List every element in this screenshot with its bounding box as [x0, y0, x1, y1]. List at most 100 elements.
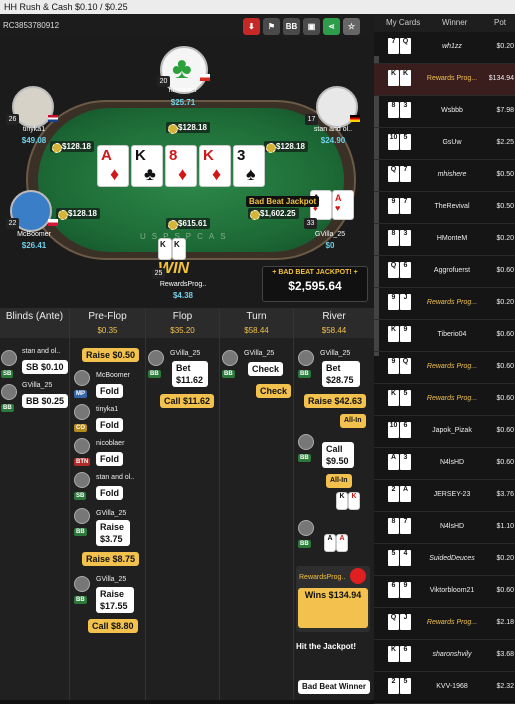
hand-card: 10 [388, 422, 399, 438]
hand-pot: $2.25 [496, 139, 514, 146]
table-view-icon[interactable]: ▣ [303, 18, 320, 35]
hand-winner: Aggrofuerst [433, 267, 471, 274]
hand-row[interactable]: K K Rewards Prog... $134.94 [374, 64, 515, 96]
hand-pot: $1.10 [496, 523, 514, 530]
action-badge: Fold [96, 384, 123, 398]
bb-toggle-button[interactable]: BB [283, 18, 300, 35]
hand-winner: Viktorbloom21 [429, 587, 475, 594]
hand-row[interactable]: 2 A JERSEY-23 $3.76 [374, 480, 515, 512]
hand-row[interactable]: 2 5 KVV-1968 $2.32 [374, 672, 515, 704]
hand-row[interactable]: 9 J Rewards Prog... $0.20 [374, 288, 515, 320]
clover-icon: ♣ [172, 52, 192, 85]
winner-name: RewardsProg.. [299, 574, 346, 581]
hand-card: K [388, 646, 399, 662]
hand-winner: TheRevival [434, 203, 470, 210]
bet-chips: $128.18 [166, 122, 210, 134]
column-pot[interactable]: Pot [494, 18, 506, 27]
hand-row[interactable]: K 9 Tiberio04 $0.60 [374, 320, 515, 352]
column-winner[interactable]: Winner [442, 18, 467, 27]
hand-pot: $0.20 [496, 299, 514, 306]
action-badge: Fold [96, 452, 123, 466]
player-stack: $26.41 [21, 241, 47, 250]
hand-winner: N4lsHD [439, 523, 465, 530]
action-player: McBoomer [96, 372, 130, 379]
replay-toolbar: RC3853780912 ⬇ ⚑ BB ▣ ⋖ ☆ [0, 14, 374, 38]
hand-card: Q [400, 358, 411, 374]
hand-card: Q [388, 614, 399, 630]
hand-row[interactable]: 7 Qwh1zz $0.20 [374, 32, 515, 64]
hand-card: 6 [388, 582, 399, 598]
hand-row[interactable]: 8 7 N4lsHD $1.10 [374, 512, 515, 544]
hand-card: 4 [400, 550, 411, 566]
column-my-cards[interactable]: My Cards [386, 18, 420, 27]
hand-winner: Rewards Prog... [426, 363, 478, 370]
hand-card: 3 [400, 102, 411, 118]
avatar [298, 434, 314, 450]
hole-card: A ♥ [332, 190, 354, 220]
hand-row[interactable]: 8 3 Wsbbb $7.98 [374, 96, 515, 128]
hand-winner: KVV-1968 [436, 683, 468, 690]
action-badge: Bet $11.62 [172, 361, 208, 387]
hand-row[interactable]: 5 4 SuidedDeuces $0.20 [374, 544, 515, 576]
hand-row[interactable]: Q 7 mhishere $0.50 [374, 160, 515, 192]
bet-chips: $1,602.25 [248, 208, 299, 220]
hand-card: Q [400, 38, 411, 54]
hand-row[interactable]: A 3 N4lsHD $0.60 [374, 448, 515, 480]
hand-card: K [388, 70, 399, 86]
hand-card: Q [388, 166, 399, 182]
position-badge: MP [74, 390, 87, 398]
avatar [148, 350, 164, 366]
hand-row[interactable]: Q J Rewards Prog... $2.18 [374, 608, 515, 640]
hand-card: 10 [388, 134, 399, 150]
hand-winner: HMonteM [436, 235, 468, 242]
hand-row[interactable]: 8 3 HMonteM $0.20 [374, 224, 515, 256]
hole-card: K [158, 238, 172, 260]
hand-row[interactable]: K 5 Rewards Prog... $0.60 [374, 384, 515, 416]
action-history: Blinds (Ante) SB stan and ol.. SB $0.10 … [0, 308, 374, 700]
flag-icon[interactable]: ⚑ [263, 18, 280, 35]
avatar [74, 404, 90, 420]
position-badge: BB [298, 370, 311, 378]
hand-row[interactable]: 6 9 Viktorbloom21 $0.60 [374, 576, 515, 608]
hand-pot: $3.76 [496, 491, 514, 498]
hand-winner: Rewards Prog... [426, 75, 478, 82]
board-card-4: K ♦ [199, 145, 231, 187]
action-badge: Call $9.50 [322, 442, 354, 468]
hand-row[interactable]: 9 7 TheRevival $0.50 [374, 192, 515, 224]
position-badge: BTN [74, 458, 91, 466]
hand-pot: $0.60 [496, 363, 514, 370]
action-badge: Call $11.62 [160, 394, 215, 408]
window-title: HH Rush & Cash $0.10 / $0.25 [4, 2, 128, 12]
bad-beat-title: + BAD BEAT JACKPOT! + [272, 269, 358, 276]
hand-pot: $0.60 [496, 587, 514, 594]
shown-card: A [336, 534, 348, 552]
hand-winner: SuidedDeuces [429, 555, 475, 562]
action-player: GVilla_25 [96, 510, 127, 517]
hand-pot: $0.60 [496, 427, 514, 434]
hand-card: 7 [388, 38, 399, 54]
hand-row[interactable]: 9 Q Rewards Prog... $0.60 [374, 352, 515, 384]
position-badge: SB [74, 492, 87, 500]
download-icon[interactable]: ⬇ [243, 18, 260, 35]
hand-row[interactable]: Q 6 Aggrofuerst $0.60 [374, 256, 515, 288]
hand-row[interactable]: 10 6 Japok_Pizak $0.60 [374, 416, 515, 448]
hand-row[interactable]: K 6 sharonshvily $3.68 [374, 640, 515, 672]
street-header: Turn $58.44 [220, 308, 293, 338]
hand-row[interactable]: 10 5 GsUw $2.25 [374, 128, 515, 160]
player-name: GVilla_25 [314, 231, 346, 238]
player-stack: $25.71 [170, 98, 196, 107]
avatar [298, 350, 314, 366]
bad-beat-jackpot-panel: + BAD BEAT JACKPOT! + $2,595.64 [262, 266, 368, 302]
star-icon[interactable]: ☆ [343, 18, 360, 35]
action-badge: Call $8.80 [88, 619, 138, 633]
hand-card: 3 [400, 230, 411, 246]
hand-card: 3 [400, 454, 411, 470]
position-badge: CO [74, 424, 87, 432]
share-icon[interactable]: ⋖ [323, 18, 340, 35]
hand-card: 9 [388, 294, 399, 310]
hand-card: 7 [400, 518, 411, 534]
action-badge: Bet $28.75 [322, 361, 360, 387]
hand-winner: Tiberio04 [437, 331, 467, 338]
shown-card: K [348, 492, 360, 510]
bad-beat-winner-badge: Bad Beat Winner [298, 680, 370, 694]
